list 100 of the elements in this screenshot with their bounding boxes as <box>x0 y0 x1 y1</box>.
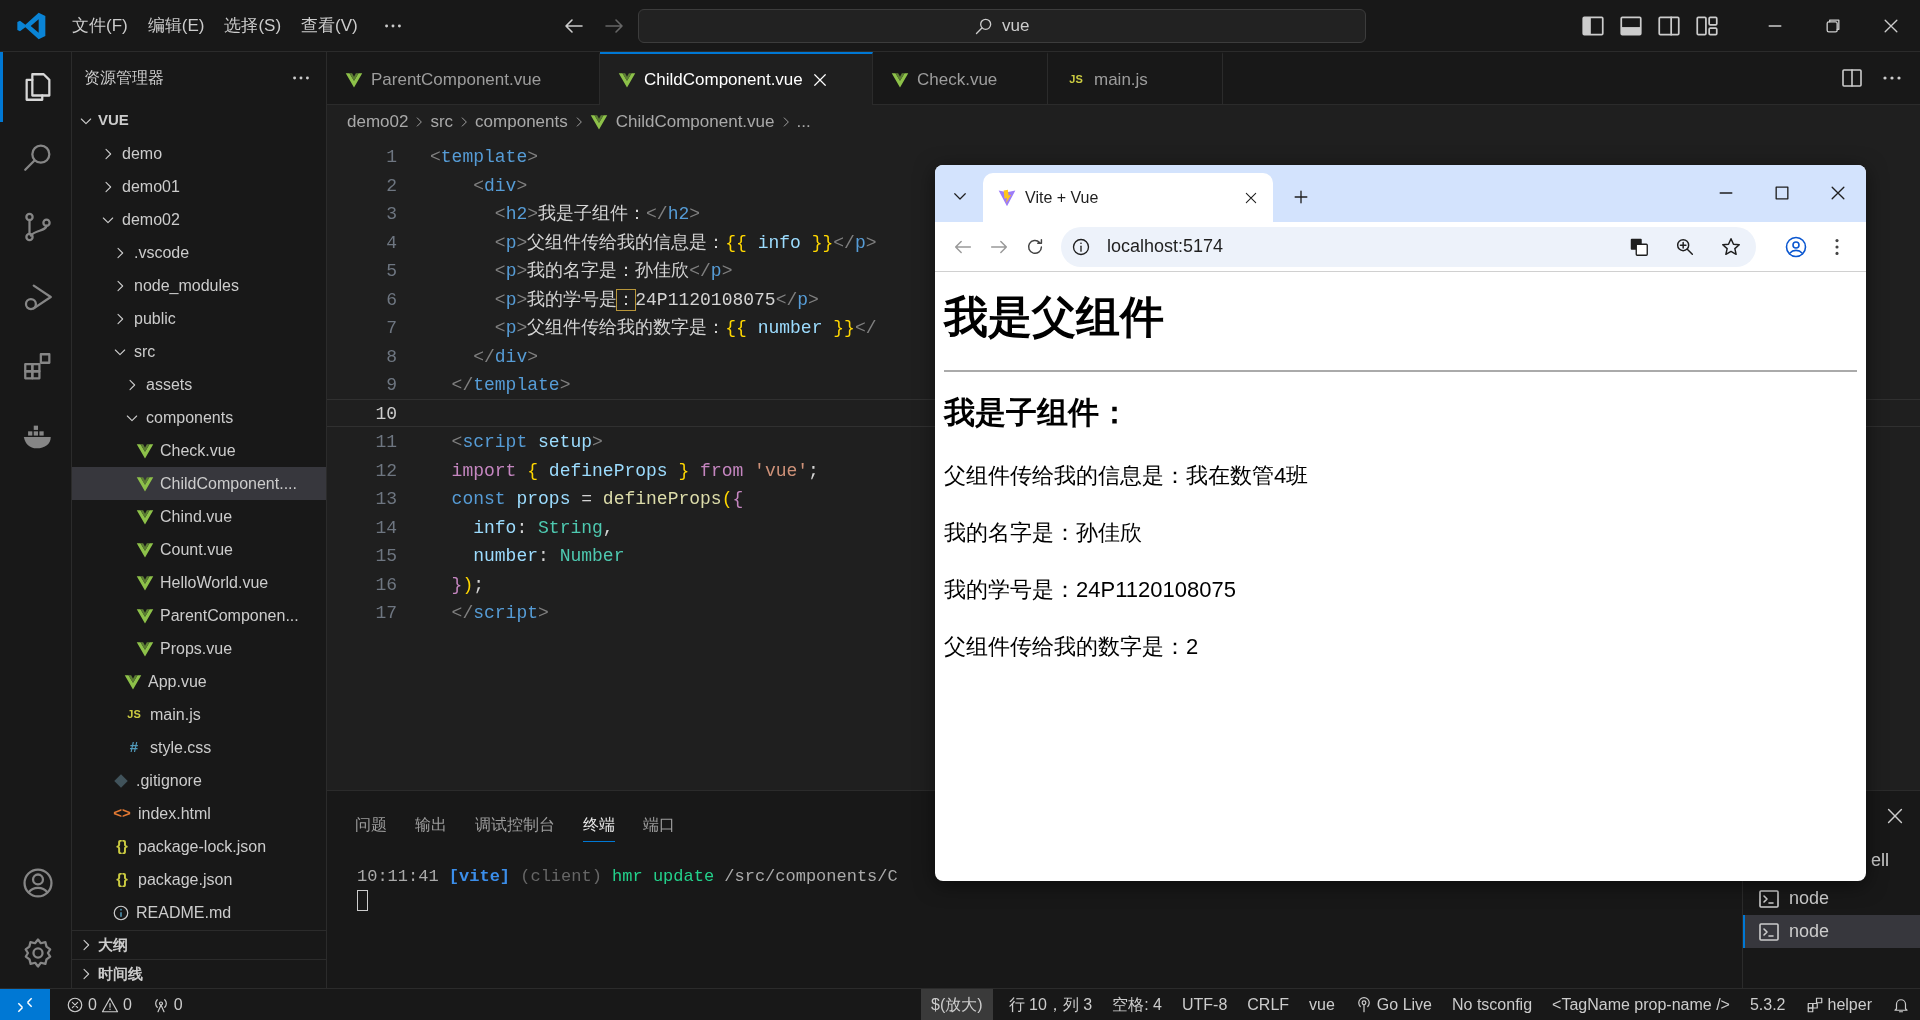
menu-item[interactable]: 选择(S) <box>214 8 292 43</box>
folder-label[interactable]: node_modules <box>134 273 239 298</box>
file-label[interactable]: index.html <box>138 801 211 826</box>
folder-label[interactable]: demo02 <box>122 207 180 232</box>
status-item[interactable]: 5.3.2 <box>1739 988 1796 1020</box>
editor-tab[interactable]: ChildComponent.vue <box>600 52 873 105</box>
vue-icon <box>136 639 154 658</box>
profile-icon[interactable] <box>1784 234 1808 259</box>
terminal-line: 10:11:41 [vite] (client) hmr update /src/components/C <box>356 866 899 888</box>
page-text: 我的名字是：孙佳欣 <box>944 518 1143 547</box>
code-line: number: Number <box>472 545 625 568</box>
vue-icon <box>618 70 636 89</box>
line-number: 16 <box>374 573 397 597</box>
file-label[interactable]: .gitignore <box>136 768 202 793</box>
status-item[interactable]: UTF-8 <box>1171 988 1238 1020</box>
ports-status[interactable]: 0 <box>141 988 193 1020</box>
js-file-icon: JS <box>1066 71 1086 88</box>
line-number: 3 <box>385 203 397 226</box>
site-info-icon[interactable] <box>1071 236 1091 257</box>
editor-tab[interactable]: JS main.js <box>1048 52 1223 105</box>
js-file-icon: JS <box>124 706 144 723</box>
address-bar[interactable]: localhost:5174 <box>1061 226 1756 267</box>
section-header[interactable]: 时间线 <box>98 962 143 986</box>
line-number: 5 <box>385 260 397 283</box>
file-label[interactable]: Check.vue <box>160 438 236 463</box>
terminal-item[interactable]: ell <box>1867 844 1891 877</box>
breadcrumb-item[interactable]: demo02 <box>347 108 409 135</box>
folder-label[interactable]: src <box>134 339 156 364</box>
file-label[interactable]: main.js <box>150 702 201 727</box>
status-item[interactable]: $(放大) <box>921 988 993 1020</box>
status-item[interactable]: 空格: 4 <box>1102 988 1172 1020</box>
panel-tab[interactable]: 问题 <box>355 809 387 842</box>
code-line: </template> <box>450 374 571 397</box>
split-editor-icon[interactable] <box>1840 66 1864 90</box>
status-item[interactable]: helper <box>1795 988 1882 1020</box>
remote-button[interactable] <box>0 988 50 1020</box>
page-text: 我的学号是：24P1120108075 <box>944 575 1237 604</box>
menu-item[interactable]: 文件(F) <box>62 8 138 43</box>
panel-tab[interactable]: 终端 <box>583 809 615 842</box>
line-number: 4 <box>385 231 397 255</box>
problems-status[interactable]: 0 0 <box>56 988 142 1020</box>
file-label[interactable]: ParentComponen... <box>160 603 299 628</box>
status-item[interactable]: 行 10，列 3 <box>998 988 1103 1020</box>
line-number: 15 <box>374 545 397 568</box>
code-line: <h2>我是子组件：</h2> <box>493 203 701 226</box>
folder-label[interactable]: demo <box>122 141 163 166</box>
panel-tab[interactable]: 输出 <box>415 809 447 842</box>
vue-icon <box>136 540 154 559</box>
breadcrumb-item[interactable]: components <box>475 108 568 135</box>
file-label[interactable]: Props.vue <box>160 636 233 661</box>
browser-tab[interactable]: Vite + Vue <box>983 173 1273 222</box>
code-line: <p>我的名字是：孙佳欣</p> <box>493 260 733 283</box>
search-field[interactable]: vue <box>637 8 1366 43</box>
code-line: <template> <box>429 146 539 169</box>
page-subheading: 我是子组件： <box>944 394 1131 432</box>
menu-item[interactable]: 查看(V) <box>291 8 368 43</box>
status-item[interactable]: Go Live <box>1344 988 1442 1020</box>
status-item[interactable]: vue <box>1299 988 1345 1020</box>
breadcrumb-item[interactable]: ChildComponent.vue <box>589 108 775 135</box>
panel-tab[interactable]: 端口 <box>643 809 675 842</box>
breadcrumb-item[interactable]: src <box>430 108 454 135</box>
menu-item[interactable]: 编辑(E) <box>137 8 215 43</box>
vue-icon <box>136 507 154 526</box>
status-item[interactable]: CRLF <box>1237 988 1300 1020</box>
account-icon[interactable] <box>20 866 55 900</box>
code-line: <script setup> <box>450 431 603 454</box>
panel-tab[interactable]: 调试控制台 <box>475 809 555 842</box>
file-label[interactable]: style.css <box>150 735 212 760</box>
terminal-cursor <box>357 889 368 911</box>
folder-label[interactable]: public <box>134 306 176 331</box>
section-header[interactable]: 大纲 <box>98 933 128 957</box>
file-label[interactable]: package.json <box>138 867 233 892</box>
line-number: 7 <box>385 317 397 340</box>
vue-icon <box>891 70 909 89</box>
code-line: </div> <box>472 345 539 369</box>
code-line: <p>父组件传给我的数字是：{{ number }}</ <box>493 317 877 340</box>
line-number: 8 <box>385 345 397 369</box>
breadcrumb-item[interactable]: ... <box>796 108 811 135</box>
folder-label[interactable]: components <box>146 405 234 430</box>
file-label[interactable]: Count.vue <box>160 537 233 562</box>
editor-tab[interactable]: Check.vue <box>873 52 1048 105</box>
file-label[interactable]: Chind.vue <box>160 504 233 529</box>
terminal-item[interactable]: node <box>1743 915 1920 948</box>
file-label[interactable]: HelloWorld.vue <box>160 570 269 595</box>
folder-label[interactable]: assets <box>146 372 193 397</box>
status-item[interactable]: <TagName prop-name /> <box>1542 988 1740 1020</box>
vue-icon <box>589 112 608 131</box>
folder-label[interactable]: .vscode <box>134 240 190 265</box>
file-label[interactable]: README.md <box>136 900 232 925</box>
code-line: info: String, <box>472 516 614 540</box>
folder-label[interactable]: VUE <box>98 109 129 132</box>
file-label[interactable]: package-lock.json <box>138 834 267 859</box>
terminal-item[interactable]: node <box>1743 882 1920 915</box>
star-icon[interactable] <box>1720 235 1742 258</box>
css-file-icon: # <box>124 736 144 759</box>
file-label[interactable]: App.vue <box>148 669 207 694</box>
status-item[interactable]: No tsconfig <box>1442 988 1543 1020</box>
line-number: 14 <box>374 516 397 540</box>
warning-icon <box>100 995 119 1014</box>
folder-label[interactable]: demo01 <box>122 174 180 199</box>
